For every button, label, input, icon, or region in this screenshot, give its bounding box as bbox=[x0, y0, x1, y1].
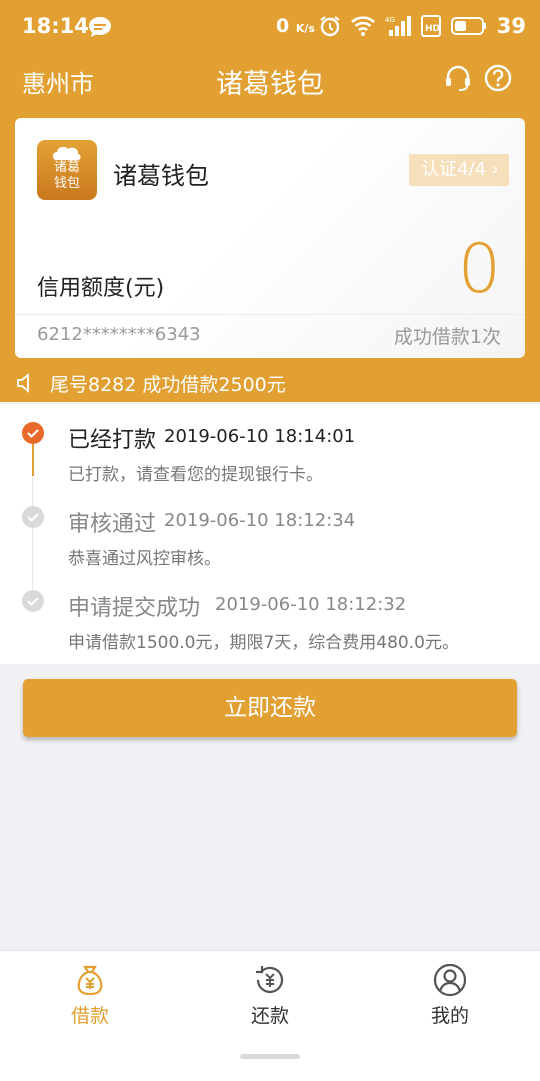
help-icon[interactable] bbox=[484, 64, 512, 92]
card-wallet-name: 诸葛钱包 bbox=[113, 162, 209, 190]
logo-text-top: 诸葛 bbox=[53, 160, 80, 175]
hd-icon: HD bbox=[420, 15, 441, 37]
repay-cycle-icon bbox=[256, 966, 284, 993]
check-icon bbox=[22, 506, 44, 528]
signal-icon: 4G bbox=[385, 16, 411, 36]
money-bag-icon bbox=[77, 965, 103, 996]
header-background: 18:14 0 K/s 4G HD 39 惠州市 诸葛钱包 诸葛钱包 诸葛钱包 bbox=[0, 0, 540, 402]
net-speed: 0 K/s bbox=[276, 15, 315, 37]
tab-borrow[interactable]: 借款 bbox=[0, 963, 180, 1028]
status-bar: 18:14 0 K/s 4G HD 39 bbox=[0, 0, 540, 56]
tab-mine[interactable]: 我的 bbox=[360, 963, 540, 1028]
loan-progress-timeline: 已经打款 2019-06-10 18:14:01 已打款，请查看您的提现银行卡。… bbox=[0, 404, 540, 664]
timeline-connector bbox=[32, 476, 33, 596]
svg-text:HD: HD bbox=[425, 24, 440, 34]
tab-borrow-label: 借款 bbox=[70, 1005, 109, 1027]
credit-limit-value: 0 bbox=[457, 230, 501, 309]
notice-bar: 尾号8282 成功借款2500元 bbox=[16, 370, 286, 396]
tab-repay-label: 还款 bbox=[250, 1005, 289, 1027]
timeline-connector-active bbox=[32, 444, 34, 476]
check-icon bbox=[22, 422, 44, 444]
customer-service-icon[interactable] bbox=[444, 64, 472, 92]
check-icon bbox=[22, 590, 44, 612]
app-logo: 诸葛 钱包 bbox=[37, 140, 97, 200]
wallet-card: 诸葛 钱包 诸葛钱包 认证4/4 › 信用额度(元) 0 6212********… bbox=[15, 118, 525, 358]
loan-success-count: 成功借款1次 bbox=[393, 326, 501, 348]
step-time-approved: 2019-06-10 18:12:34 bbox=[164, 510, 356, 531]
step-time-submitted: 2019-06-10 18:12:32 bbox=[215, 594, 407, 615]
step-time-paid: 2019-06-10 18:14:01 bbox=[164, 426, 356, 447]
message-icon bbox=[89, 17, 111, 37]
step-title-submitted: 申请提交成功 bbox=[68, 596, 201, 621]
battery-icon bbox=[450, 17, 486, 35]
step-title-paid: 已经打款 bbox=[68, 428, 157, 453]
step-desc-approved: 恭喜通过风控审核。 bbox=[68, 549, 221, 569]
certification-badge[interactable]: 认证4/4 › bbox=[409, 154, 509, 186]
tab-mine-label: 我的 bbox=[430, 1005, 469, 1027]
notice-text: 尾号8282 成功借款2500元 bbox=[50, 373, 286, 396]
home-indicator[interactable] bbox=[240, 1054, 300, 1059]
status-time: 18:14 bbox=[22, 14, 89, 38]
nav-bar: 惠州市 诸葛钱包 bbox=[0, 56, 540, 104]
credit-limit-label: 信用额度(元) bbox=[37, 276, 165, 301]
step-desc-submitted: 申请借款1500.0元，期限7天，综合费用480.0元。 bbox=[68, 633, 459, 653]
wifi-icon bbox=[350, 16, 375, 36]
bank-account-number: 6212********6343 bbox=[37, 324, 201, 345]
step-title-approved: 审核通过 bbox=[68, 512, 157, 537]
tab-repay[interactable]: 还款 bbox=[180, 963, 360, 1028]
step-desc-paid: 已打款，请查看您的提现银行卡。 bbox=[68, 465, 323, 485]
bottom-tab-bar: 借款 还款 我的 bbox=[0, 950, 540, 1081]
speaker-icon bbox=[17, 373, 29, 393]
logo-text-bottom: 钱包 bbox=[53, 176, 80, 191]
svg-text:4G: 4G bbox=[385, 16, 395, 24]
alarm-icon bbox=[320, 16, 340, 37]
user-icon bbox=[433, 963, 467, 997]
repay-now-button[interactable]: 立即还款 bbox=[23, 679, 517, 737]
card-divider bbox=[15, 314, 525, 315]
battery-level: 39 bbox=[496, 14, 526, 38]
chevron-right-icon: › bbox=[486, 159, 499, 180]
